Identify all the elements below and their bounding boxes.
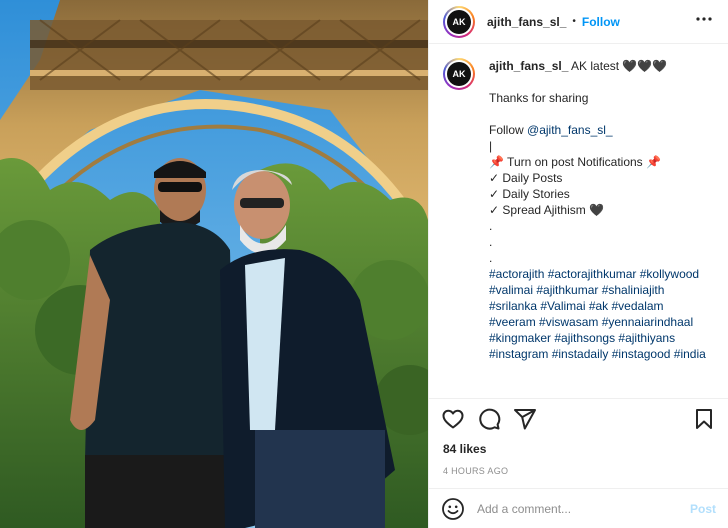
- instagram-post: AK ajith_fans_sl_ • Follow AK ajith_fans…: [0, 0, 728, 528]
- bookmark-icon[interactable]: [692, 407, 716, 431]
- emoji-icon[interactable]: [441, 497, 465, 521]
- caption-line-dot: .: [489, 251, 493, 265]
- avatar-image: AK: [447, 9, 471, 34]
- caption-text: ajith_fans_sl_ AK latest 🖤🖤🖤 Thanks for …: [489, 58, 709, 388]
- likes-count[interactable]: 84 likes: [429, 438, 728, 456]
- share-icon[interactable]: [513, 407, 537, 431]
- post-side-panel: AK ajith_fans_sl_ • Follow AK ajith_fans…: [428, 0, 728, 528]
- caption-hashtags[interactable]: #actorajith #actorajithkumar #kollywood …: [489, 266, 709, 362]
- comment-icon[interactable]: [477, 407, 501, 431]
- more-options-icon[interactable]: [692, 9, 716, 34]
- post-photo[interactable]: [0, 0, 428, 528]
- comment-box: Post: [429, 488, 728, 528]
- header-username[interactable]: ajith_fans_sl_: [487, 15, 566, 29]
- caption-line-dot: .: [489, 235, 493, 249]
- caption-line-daily-posts: ✓ Daily Posts: [489, 171, 563, 185]
- caption-line-daily-stories: ✓ Daily Stories: [489, 187, 570, 201]
- caption-avatar-image: AK: [447, 62, 471, 86]
- caption-section: AK ajith_fans_sl_ AK latest 🖤🖤🖤 Thanks f…: [429, 44, 728, 388]
- caption-avatar[interactable]: AK: [443, 58, 475, 90]
- caption-username[interactable]: ajith_fans_sl_: [489, 59, 568, 73]
- separator-dot: •: [572, 16, 576, 27]
- mention-link[interactable]: @ajith_fans_sl_: [527, 123, 613, 137]
- caption-line-dot: .: [489, 219, 493, 233]
- avatar[interactable]: AK: [443, 5, 475, 38]
- comment-input[interactable]: [477, 501, 690, 516]
- caption-line-follow: Follow @ajith_fans_sl_: [489, 123, 613, 137]
- action-bar: [429, 398, 728, 438]
- caption-title: AK latest 🖤🖤🖤: [571, 59, 668, 73]
- post-timestamp[interactable]: 4 HOURS AGO: [429, 456, 728, 488]
- heart-icon[interactable]: [441, 407, 465, 431]
- follow-button[interactable]: Follow: [582, 15, 620, 29]
- caption-line-notifications: 📌 Turn on post Notifications 📌: [489, 155, 661, 169]
- caption-line-spread: ✓ Spread Ajithism 🖤: [489, 203, 605, 217]
- caption-line-bar: |: [489, 139, 493, 153]
- post-comment-button[interactable]: Post: [690, 502, 716, 516]
- post-header: AK ajith_fans_sl_ • Follow: [429, 0, 728, 44]
- photo-eiffel-tower-two-men: [0, 0, 428, 528]
- caption-line-thanks: Thanks for sharing: [489, 91, 589, 105]
